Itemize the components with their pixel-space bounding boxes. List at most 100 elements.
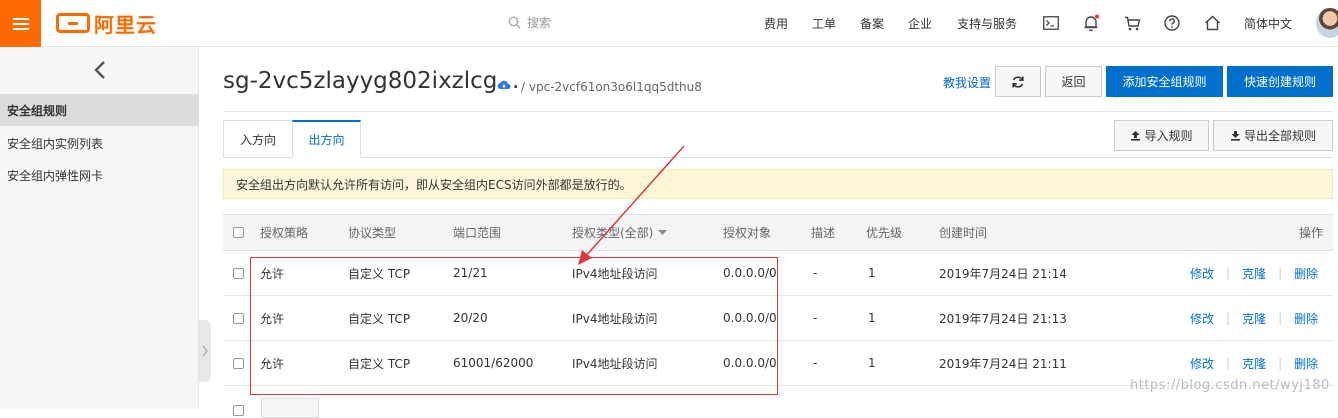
cell-desc: - bbox=[813, 311, 818, 325]
op-separator: | bbox=[1278, 311, 1283, 325]
col-auth-type-label: 授权类型(全部) bbox=[572, 226, 654, 240]
col-actions: 操作 bbox=[1299, 226, 1324, 240]
op-separator: | bbox=[1278, 356, 1283, 370]
cell-desc: - bbox=[813, 266, 818, 280]
footer-checkbox[interactable] bbox=[233, 405, 244, 416]
sidebar-item-instances[interactable]: 安全组内实例列表 bbox=[0, 127, 199, 159]
cell-created: 2019年7月24日 21:14 bbox=[939, 266, 1067, 281]
op-separator: | bbox=[1226, 356, 1231, 370]
vpc-cloud-icon bbox=[497, 80, 511, 89]
avatar[interactable] bbox=[1316, 8, 1338, 38]
cart-icon[interactable] bbox=[1121, 12, 1143, 34]
sidebar-item-eni[interactable]: 安全组内弹性网卡 bbox=[0, 159, 199, 191]
cell-object: 0.0.0.0/0 bbox=[723, 356, 777, 370]
cell-desc: - bbox=[813, 356, 818, 370]
refresh-button[interactable] bbox=[995, 66, 1041, 97]
clone-link[interactable]: 克隆 bbox=[1242, 355, 1266, 372]
op-separator: | bbox=[1226, 311, 1231, 325]
col-priority: 优先级 bbox=[866, 226, 903, 240]
tab-inbound[interactable]: 入方向 bbox=[223, 120, 293, 158]
back-button[interactable]: 返回 bbox=[1045, 66, 1102, 97]
logo-mark-icon bbox=[56, 13, 90, 33]
header-divider bbox=[223, 111, 1333, 112]
cell-auth-type: IPv4地址段访问 bbox=[572, 356, 658, 371]
back-chevron-icon[interactable] bbox=[0, 47, 199, 93]
sidebar-item-rules[interactable]: 安全组规则 bbox=[0, 94, 199, 126]
delete-link[interactable]: 删除 bbox=[1294, 265, 1318, 282]
row-checkbox[interactable] bbox=[233, 312, 244, 324]
home-icon[interactable] bbox=[1201, 12, 1223, 34]
tabs-baseline bbox=[223, 157, 1333, 158]
table-header: 授权策略 协议类型 端口范围 授权类型(全部) 授权对象 描述 优先级 创建时间… bbox=[223, 214, 1333, 251]
page-title: sg-2vc5zlayyg802ixzlcg... bbox=[223, 68, 520, 94]
cell-priority: 1 bbox=[868, 266, 876, 280]
cell-policy: 允许 bbox=[260, 356, 285, 371]
quick-create-button[interactable]: 快速创建规则 bbox=[1227, 66, 1333, 97]
top-bar: 阿里云 搜索 费用 工单 备案 企业 支持与服务 简体中文 bbox=[0, 0, 1338, 47]
nav-ticket[interactable]: 工单 bbox=[812, 0, 836, 47]
caret-down-icon bbox=[658, 229, 668, 235]
clone-link[interactable]: 克隆 bbox=[1242, 265, 1266, 282]
op-separator: | bbox=[1278, 266, 1283, 280]
add-rule-button[interactable]: 添加安全组规则 bbox=[1106, 66, 1223, 97]
col-desc: 描述 bbox=[811, 226, 836, 240]
col-object: 授权对象 bbox=[723, 226, 772, 240]
delete-link[interactable]: 删除 bbox=[1294, 310, 1318, 327]
select-all-checkbox[interactable] bbox=[233, 227, 244, 238]
import-rules-label: 导入规则 bbox=[1144, 129, 1193, 143]
col-created: 创建时间 bbox=[939, 226, 988, 240]
hamburger-menu-icon[interactable] bbox=[0, 0, 41, 47]
nav-enterprise[interactable]: 企业 bbox=[908, 0, 932, 47]
import-rules-button[interactable]: 导入规则 bbox=[1114, 120, 1209, 151]
export-rules-label: 导出全部规则 bbox=[1243, 129, 1316, 143]
table-row: 允许 自定义 TCP 21/21 IPv4地址段访问 0.0.0.0/0 - 1… bbox=[223, 251, 1333, 296]
upload-icon bbox=[1131, 131, 1141, 141]
nav-billing[interactable]: 费用 bbox=[764, 0, 788, 47]
cell-auth-type: IPv4地址段访问 bbox=[572, 311, 658, 326]
row-checkbox[interactable] bbox=[233, 267, 244, 279]
vpc-id: / vpc-2vcf61on3o6l1qq5dthu8 bbox=[521, 80, 702, 94]
search-box[interactable]: 搜索 bbox=[508, 12, 551, 32]
sidebar: 安全组规则 安全组内实例列表 安全组内弹性网卡 bbox=[0, 47, 199, 409]
cell-priority: 1 bbox=[868, 356, 876, 370]
delete-link[interactable]: 删除 bbox=[1294, 355, 1318, 372]
nav-support[interactable]: 支持与服务 bbox=[957, 0, 1017, 47]
sidebar-collapse-handle[interactable] bbox=[199, 320, 211, 382]
clone-link[interactable]: 克隆 bbox=[1242, 310, 1266, 327]
help-icon[interactable] bbox=[1161, 12, 1183, 34]
chevron-right-icon bbox=[202, 345, 208, 357]
watermark: https://blog.csdn.net/wyj180 bbox=[1130, 378, 1330, 393]
cell-object: 0.0.0.0/0 bbox=[723, 266, 777, 280]
col-protocol: 协议类型 bbox=[348, 226, 397, 240]
outbound-notice: 安全组出方向默认允许所有访问，即从安全组内ECS访问外部都是放行的。 bbox=[223, 169, 1333, 199]
cell-auth-type: IPv4地址段访问 bbox=[572, 266, 658, 281]
bell-icon[interactable] bbox=[1080, 12, 1102, 34]
export-rules-button[interactable]: 导出全部规则 bbox=[1213, 120, 1333, 151]
cell-protocol: 自定义 TCP bbox=[348, 266, 411, 281]
language-switch[interactable]: 简体中文 bbox=[1244, 0, 1292, 47]
table-footer bbox=[223, 397, 1333, 418]
edit-link[interactable]: 修改 bbox=[1190, 355, 1214, 372]
aliyun-logo[interactable]: 阿里云 bbox=[56, 11, 157, 37]
terminal-icon[interactable] bbox=[1040, 12, 1062, 34]
cell-port: 61001/62000 bbox=[453, 356, 534, 370]
cell-created: 2019年7月24日 21:11 bbox=[939, 356, 1067, 371]
teach-me-link[interactable]: 教我设置 bbox=[943, 74, 991, 91]
edit-link[interactable]: 修改 bbox=[1190, 310, 1214, 327]
op-separator: | bbox=[1226, 266, 1231, 280]
edit-link[interactable]: 修改 bbox=[1190, 265, 1214, 282]
cell-created: 2019年7月24日 21:13 bbox=[939, 311, 1067, 326]
cell-policy: 允许 bbox=[260, 311, 285, 326]
batch-delete-button[interactable] bbox=[261, 398, 319, 418]
row-checkbox[interactable] bbox=[233, 357, 244, 369]
refresh-icon bbox=[1012, 75, 1024, 88]
table-row: 允许 自定义 TCP 20/20 IPv4地址段访问 0.0.0.0/0 - 1… bbox=[223, 296, 1333, 341]
cell-priority: 1 bbox=[868, 311, 876, 325]
col-policy: 授权策略 bbox=[260, 226, 309, 240]
tab-outbound[interactable]: 出方向 bbox=[292, 120, 361, 158]
cell-policy: 允许 bbox=[260, 266, 285, 281]
cell-protocol: 自定义 TCP bbox=[348, 311, 411, 326]
nav-icp[interactable]: 备案 bbox=[860, 0, 884, 47]
col-port: 端口范围 bbox=[453, 226, 502, 240]
col-auth-type-filter[interactable]: 授权类型(全部) bbox=[572, 215, 668, 250]
